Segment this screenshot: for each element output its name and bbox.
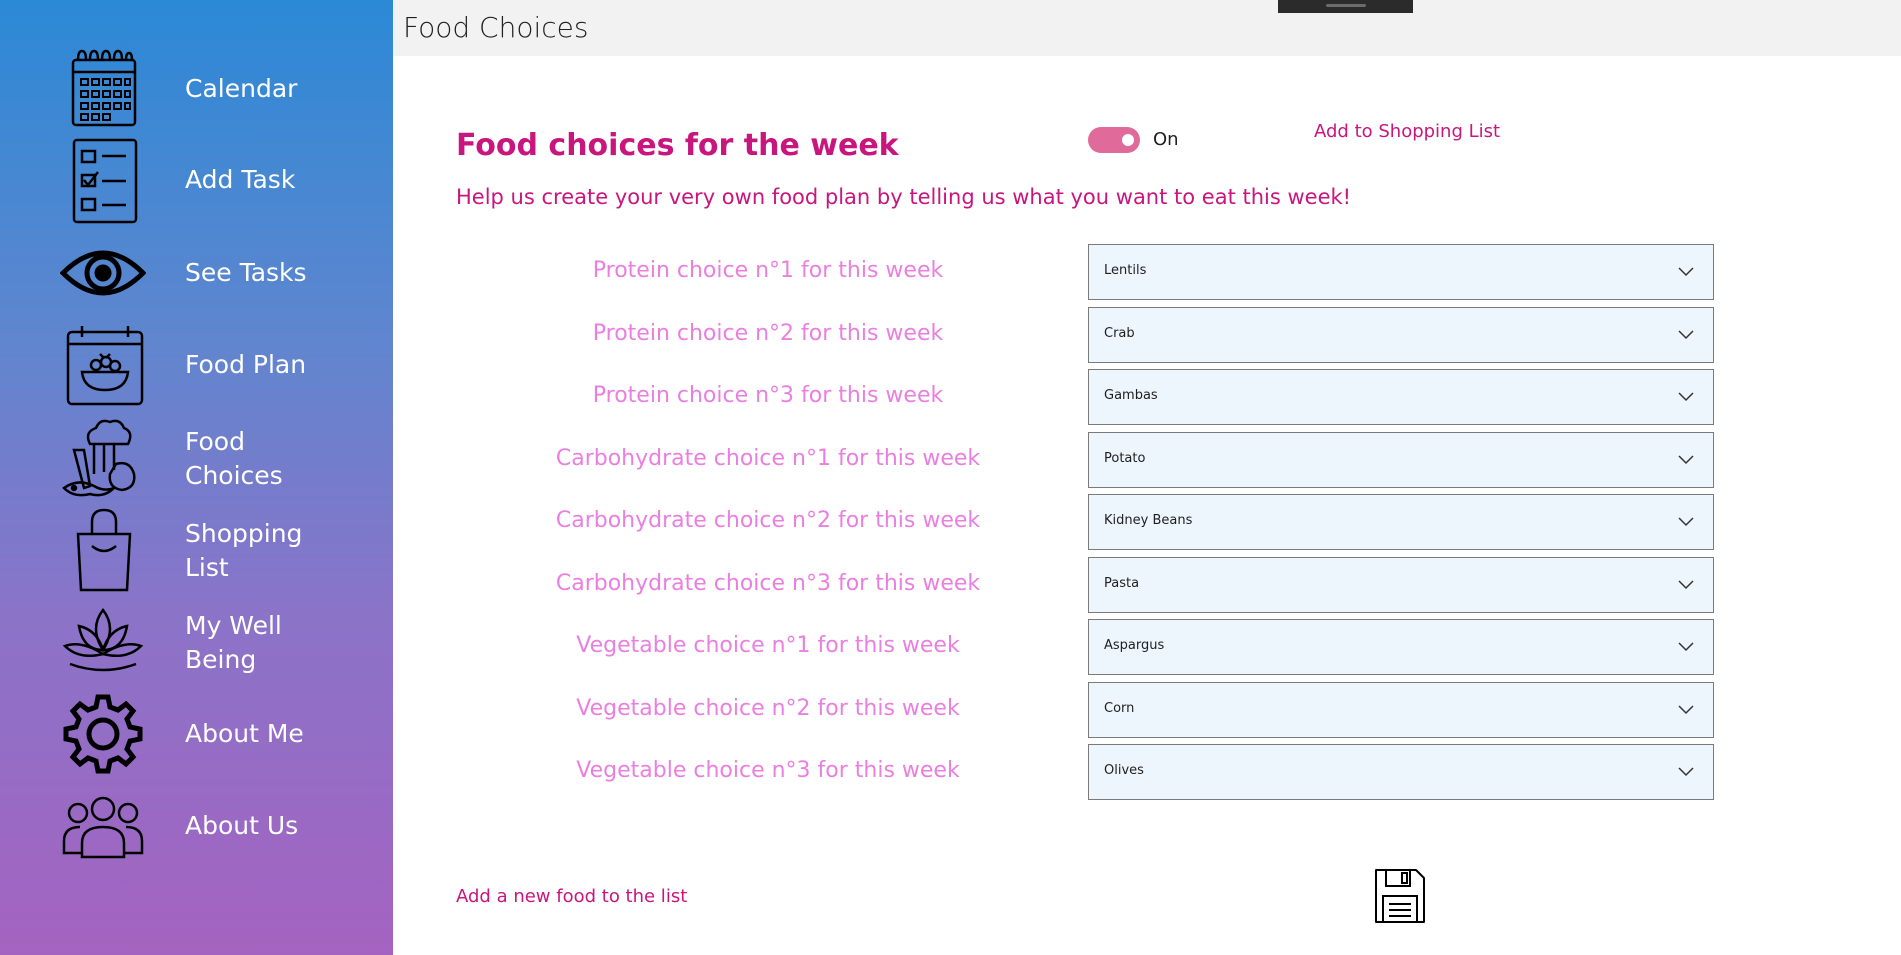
choice-label: Vegetable choice n°1 for this week (576, 633, 960, 658)
dropdown-value: Crab (1104, 326, 1135, 341)
dropdown-value: Kidney Beans (1104, 513, 1193, 528)
dropdown-value: Gambas (1104, 388, 1158, 403)
sidebar-item-label: Shopping List (185, 519, 303, 582)
app-window: Calendar Add Task See Tasks Food Plan Fo… (0, 0, 1901, 955)
chevron-down-icon (1678, 455, 1694, 465)
gear-icon (60, 691, 146, 777)
sidebar-item-shopping-list[interactable]: Shopping List (0, 505, 393, 593)
chevron-down-icon (1678, 705, 1694, 715)
choice-label: Protein choice n°1 for this week (592, 258, 944, 283)
carbohydrate-2-dropdown[interactable]: Kidney Beans (1088, 494, 1714, 550)
shopping-bag-icon (60, 506, 146, 592)
sidebar-item-about-us[interactable]: About Us (0, 782, 393, 870)
dropdown-value: Olives (1104, 763, 1144, 778)
eye-icon (59, 230, 147, 316)
sidebar-item-label: About Us (185, 811, 299, 840)
carbohydrate-1-dropdown[interactable]: Potato (1088, 432, 1714, 488)
choice-label: Carbohydrate choice n°1 for this week (555, 446, 981, 471)
carbohydrate-3-dropdown[interactable]: Pasta (1088, 557, 1714, 613)
food-calendar-icon (60, 322, 146, 408)
sidebar: Calendar Add Task See Tasks Food Plan Fo… (0, 0, 393, 955)
sidebar-item-label: Food Choices (185, 427, 283, 490)
page-title: Food Choices (403, 11, 589, 44)
toggle-knob (1122, 134, 1134, 146)
chevron-down-icon (1678, 330, 1694, 340)
protein-2-dropdown[interactable]: Crab (1088, 307, 1714, 363)
sidebar-item-calendar[interactable]: Calendar (0, 45, 393, 133)
choice-label: Vegetable choice n°3 for this week (576, 758, 960, 783)
dropdown-value: Aspargus (1104, 638, 1165, 653)
title-bar: Food Choices (393, 0, 1901, 56)
dropdown-value: Pasta (1104, 576, 1140, 591)
toggle-state-label: On (1153, 129, 1179, 150)
dropdown-value: Lentils (1104, 263, 1147, 278)
chevron-down-icon (1678, 517, 1694, 527)
floppy-disk-icon (1375, 869, 1425, 923)
chevron-down-icon (1678, 580, 1694, 590)
sidebar-item-food-choices[interactable]: Food Choices (0, 413, 393, 501)
sidebar-item-see-tasks[interactable]: See Tasks (0, 229, 393, 317)
choice-label: Carbohydrate choice n°2 for this week (555, 508, 981, 533)
sidebar-item-food-plan[interactable]: Food Plan (0, 321, 393, 409)
sidebar-item-label: My Well Being (185, 611, 282, 674)
vegetable-1-dropdown[interactable]: Aspargus (1088, 619, 1714, 675)
sidebar-item-label: Calendar (185, 74, 298, 103)
sidebar-item-label: See Tasks (185, 258, 307, 287)
grip-icon (1326, 4, 1366, 7)
chevron-down-icon (1678, 642, 1694, 652)
group-icon (60, 783, 146, 869)
sidebar-item-my-well-being[interactable]: My Well Being (0, 597, 393, 685)
vegetables-icon (60, 414, 146, 500)
drag-handle[interactable] (1278, 0, 1413, 13)
vegetable-2-dropdown[interactable]: Corn (1088, 682, 1714, 738)
add-new-food-link[interactable]: Add a new food to the list (456, 886, 687, 907)
vegetable-3-dropdown[interactable]: Olives (1088, 744, 1714, 800)
save-button[interactable] (1372, 866, 1428, 926)
dropdown-value: Potato (1104, 451, 1146, 466)
choice-label: Carbohydrate choice n°3 for this week (555, 571, 981, 596)
sidebar-item-add-task[interactable]: Add Task (0, 137, 393, 225)
choice-label: Protein choice n°2 for this week (592, 321, 944, 346)
section-heading: Food choices for the week (456, 128, 899, 163)
dropdown-value: Corn (1104, 701, 1135, 716)
chevron-down-icon (1678, 392, 1694, 402)
add-to-shopping-list-link[interactable]: Add to Shopping List (1314, 121, 1500, 142)
protein-1-dropdown[interactable]: Lentils (1088, 244, 1714, 300)
protein-3-dropdown[interactable]: Gambas (1088, 369, 1714, 425)
choice-label: Protein choice n°3 for this week (592, 383, 944, 408)
chevron-down-icon (1678, 767, 1694, 777)
calendar-icon (60, 46, 146, 132)
sidebar-item-label: About Me (185, 719, 304, 748)
shopping-list-toggle[interactable] (1088, 127, 1140, 153)
lotus-icon (60, 598, 146, 684)
checklist-icon (60, 138, 146, 224)
choice-label: Vegetable choice n°2 for this week (576, 696, 960, 721)
section-subheading: Help us create your very own food plan b… (456, 185, 1352, 209)
sidebar-item-label: Add Task (185, 165, 296, 194)
sidebar-item-label: Food Plan (185, 350, 307, 379)
chevron-down-icon (1678, 267, 1694, 277)
sidebar-item-about-me[interactable]: About Me (0, 690, 393, 778)
